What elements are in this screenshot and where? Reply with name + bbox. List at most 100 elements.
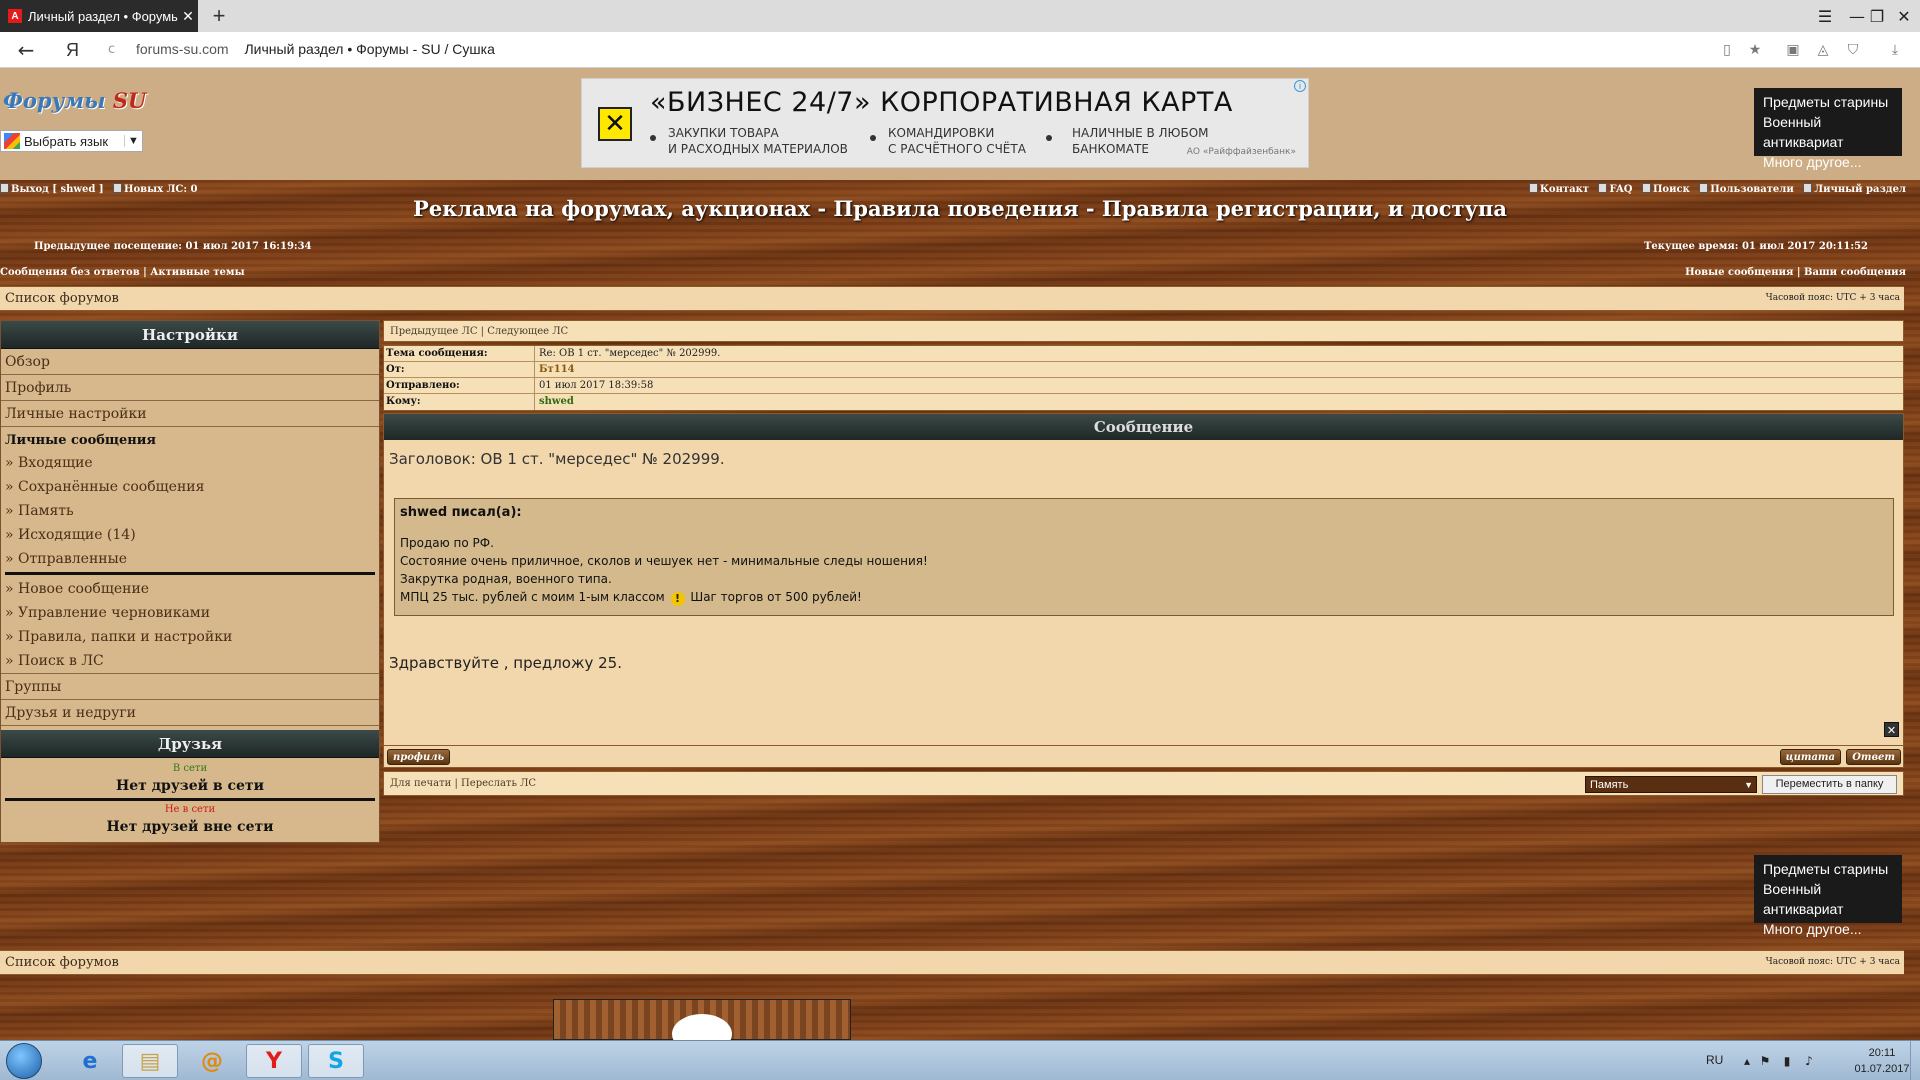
pm-item-outbox[interactable]: » Исходящие (14) (5, 523, 375, 547)
antiques-promo-banner[interactable]: Предметы старины Военный антиквариат Мно… (1754, 855, 1902, 937)
pm-item-sent[interactable]: » Отправленные (5, 547, 375, 571)
sidebar-item-friends-foes[interactable]: Друзья и недруги (1, 700, 379, 726)
reply-button[interactable]: Ответ (1846, 749, 1901, 765)
logout-link[interactable]: Выход [ shwed ] (11, 184, 104, 195)
unanswered-active-links[interactable]: Сообщения без ответов | Активные темы (0, 267, 245, 278)
yandex-browser-icon[interactable]: Y (246, 1044, 302, 1078)
contact-link[interactable]: Контакт (1540, 184, 1589, 195)
ad-feature-2: КОМАНДИРОВКИ С РАСЧЁТНОГО СЧЁТА (888, 126, 1026, 156)
network-icon[interactable]: ▮ (1780, 1054, 1794, 1068)
pm-item-memory[interactable]: » Память (5, 499, 375, 523)
move-to-folder-button[interactable]: Переместить в папку (1762, 775, 1897, 794)
settings-sidebar: Настройки Обзор Профиль Личные настройки… (0, 320, 380, 843)
print-forward-links[interactable]: Для печати | Переслать ЛС (390, 778, 536, 789)
personal-section-link[interactable]: Личный раздел (1814, 184, 1906, 195)
antiques-promo-banner[interactable]: Предметы старины Военный антиквариат Мно… (1754, 88, 1902, 170)
address-bar: ← Я c forums-su.com Личный раздел • Фору… (0, 32, 1920, 68)
breadcrumb-forum-list[interactable]: Список форумов (5, 291, 119, 306)
pm-item-compose[interactable]: » Новое сообщение (5, 577, 375, 601)
logout-icon (0, 183, 9, 193)
pm-item-inbox[interactable]: » Входящие (5, 451, 375, 475)
contact-icon (1528, 183, 1538, 193)
action-center-flag-icon[interactable]: ⚑ (1758, 1054, 1772, 1068)
new-your-posts-links[interactable]: Новые сообщения | Ваши сообщения (1685, 267, 1906, 278)
translate-language-select[interactable]: Выбрать язык ▼ (0, 130, 143, 152)
sent-value: 01 июл 2017 18:39:58 (539, 380, 654, 391)
start-button[interactable] (6, 1043, 42, 1079)
footer-banner-image[interactable] (553, 999, 851, 1040)
online-label: В сети (172, 763, 208, 774)
ie-icon[interactable]: e (62, 1044, 118, 1078)
adguard-icon[interactable]: ◬ (1812, 40, 1834, 60)
shield-icon[interactable]: ⛉ (1842, 40, 1864, 60)
users-link[interactable]: Пользователи (1710, 184, 1793, 195)
show-desktop-button[interactable] (1910, 1041, 1920, 1080)
page-viewport: Форумы SU Выбрать язык ▼ ✕ «БИЗНЕС 24/7»… (0, 68, 1920, 1040)
ad-feature-1: ЗАКУПКИ ТОВАРА И РАСХОДНЫХ МАТЕРИАЛОВ (668, 126, 848, 156)
raiffeisen-logo-icon: ✕ (598, 107, 632, 141)
bullet-icon (870, 135, 876, 141)
tab-close-icon[interactable]: ✕ (178, 8, 198, 25)
report-icon[interactable]: ✕ (1884, 722, 1899, 737)
previous-visit: Предыдущее посещение: 01 июл 2017 16:19:… (34, 241, 312, 252)
browser-menu-icon[interactable]: ☰ (1810, 0, 1840, 32)
recipient-link[interactable]: shwed (535, 394, 574, 410)
skype-icon[interactable]: S (308, 1044, 364, 1078)
no-offline-friends: Нет друзей вне сети (106, 819, 274, 835)
tray-arrow-icon[interactable]: ▴ (1740, 1054, 1754, 1068)
pm-item-search[interactable]: » Поиск в ЛС (5, 649, 375, 673)
faq-icon (1598, 183, 1608, 193)
breadcrumb-forum-list[interactable]: Список форумов (5, 955, 119, 970)
ad-info-icon[interactable]: i (1294, 80, 1306, 92)
browser-tab-active[interactable]: А Личный раздел • Форумы ✕ (0, 0, 198, 32)
table-row: Тема сообщения: Re: ОВ 1 ст. "мерседес" … (384, 346, 1903, 362)
connection-icon[interactable]: c (108, 41, 126, 59)
yandex-home-button[interactable]: Я (66, 38, 86, 62)
sidebar-item-groups[interactable]: Группы (1, 674, 379, 700)
message-header-table: Тема сообщения: Re: ОВ 1 ст. "мерседес" … (383, 345, 1904, 411)
profile-button[interactable]: профиль (387, 749, 451, 765)
quote-line: Закрутка родная, военного типа. (400, 572, 612, 586)
chevron-down-icon: ▼ (124, 135, 142, 147)
sidebar-item-personal-settings[interactable]: Личные настройки (1, 401, 379, 427)
ad-banner[interactable]: ✕ «БИЗНЕС 24/7» КОРПОРАТИВНАЯ КАРТА ЗАКУ… (581, 78, 1309, 168)
sidebar-item-overview[interactable]: Обзор (1, 349, 379, 375)
message-footer: профиль цитата Ответ (384, 745, 1903, 767)
quote-button[interactable]: цитата (1779, 749, 1841, 765)
ad-title: «БИЗНЕС 24/7» КОРПОРАТИВНАЯ КАРТА (650, 87, 1233, 118)
pm-section-title[interactable]: Личные сообщения (5, 431, 375, 451)
bookmark-icon[interactable]: ▯ (1716, 40, 1738, 60)
system-clock[interactable]: 20:11 01.07.2017 (1852, 1045, 1912, 1077)
friends-heading: Друзья (1, 730, 379, 758)
language-indicator[interactable]: RU (1706, 1053, 1723, 1067)
site-logo[interactable]: Форумы SU (3, 88, 146, 113)
pm-prev-next-links[interactable]: Предыдущее ЛС | Следующее ЛС (383, 320, 1904, 342)
logo-main-text: Форумы (3, 88, 106, 113)
site-title[interactable]: Реклама на форумах, аукционах - Правила … (0, 196, 1920, 221)
sidebar-item-profile[interactable]: Профиль (1, 375, 379, 401)
volume-icon[interactable]: ♪ (1802, 1054, 1816, 1068)
explorer-icon[interactable]: ▤ (122, 1044, 178, 1078)
sender-link[interactable]: Бт114 (535, 362, 575, 377)
clock-time: 20:11 (1868, 1047, 1896, 1059)
pm-item-drafts[interactable]: » Управление черновиками (5, 601, 375, 625)
extension-icon[interactable]: ▣ (1782, 40, 1804, 60)
download-icon[interactable]: ⤓ (1884, 40, 1906, 60)
new-tab-button[interactable]: + (206, 3, 232, 29)
faq-link[interactable]: FAQ (1609, 184, 1632, 195)
folder-select[interactable]: Память ▼ (1585, 776, 1757, 793)
banner-disc-shape (672, 1014, 732, 1040)
pm-item-saved[interactable]: » Сохранённые сообщения (5, 475, 375, 499)
pm-item-rules-folders[interactable]: » Правила, папки и настройки (5, 625, 375, 649)
message-heading: Сообщение (384, 414, 1903, 440)
close-window-button[interactable]: ✕ (1889, 0, 1919, 32)
maximize-button[interactable]: ❐ (1862, 0, 1892, 32)
new-pm-link[interactable]: Новых ЛС: 0 (124, 184, 197, 195)
url-field[interactable]: forums-su.com Личный раздел • Форумы - S… (136, 41, 495, 57)
google-translate-icon (4, 133, 20, 149)
quote-line: МПЦ 25 тыс. рублей с моим 1-ым классом !… (400, 588, 1888, 606)
mail-agent-icon[interactable]: @ (184, 1044, 240, 1078)
back-arrow-icon[interactable]: ← (14, 38, 38, 62)
search-link[interactable]: Поиск (1653, 184, 1690, 195)
star-icon[interactable]: ★ (1744, 40, 1766, 60)
